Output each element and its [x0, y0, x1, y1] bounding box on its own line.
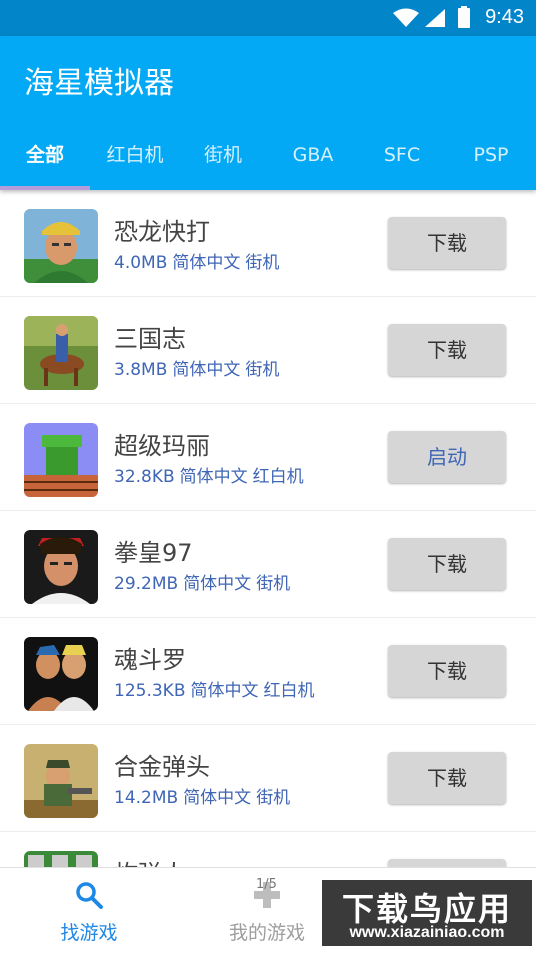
game-meta: 14.2MB 简体中文 街机 [114, 783, 295, 808]
game-size: 14.2MB [114, 788, 179, 808]
battery-icon [458, 6, 470, 28]
tab-nes[interactable]: 红白机 [90, 136, 180, 190]
launch-button[interactable]: 启动 [388, 431, 506, 483]
tab-arcade[interactable]: 街机 [180, 136, 266, 190]
game-language: 简体中文 [172, 253, 241, 273]
watermark-logo: 下载鸟应用 www.xiazainiao.com [320, 878, 534, 948]
tab-indicator [0, 186, 90, 190]
wifi-icon [393, 8, 419, 27]
search-icon [76, 882, 103, 909]
game-platform: 红白机 [263, 681, 315, 701]
game-language: 简体中文 [190, 681, 259, 701]
app-bar: 海星模拟器 全部 红白机 街机 GBA SFC PSP [0, 36, 536, 190]
download-button[interactable]: 下载 [388, 645, 506, 697]
game-list[interactable]: 恐龙快打 4.0MB 简体中文 街机 下载 三国志 3.8MB 简体中文 街机 下载 [0, 190, 536, 867]
game-size: 32.8KB [114, 467, 175, 487]
category-tabs: 全部 红白机 街机 GBA SFC PSP [0, 136, 536, 190]
game-platform: 街机 [245, 253, 280, 273]
clock: 9:43 [485, 6, 524, 28]
game-language: 简体中文 [179, 467, 248, 487]
game-thumbnail [24, 851, 98, 867]
tab-all[interactable]: 全部 [0, 136, 90, 190]
game-thumbnail [24, 744, 98, 818]
game-size: 3.8MB [114, 360, 168, 380]
game-title: 恐龙快打 [114, 218, 210, 246]
download-button[interactable] [388, 859, 506, 867]
game-row[interactable]: 魂斗罗 125.3KB 简体中文 红白机 下载 [0, 618, 536, 725]
game-title: 三国志 [114, 325, 186, 353]
game-platform: 街机 [256, 574, 291, 594]
app-title: 海星模拟器 [24, 66, 174, 101]
game-meta: 3.8MB 简体中文 街机 [114, 355, 284, 380]
tab-psp[interactable]: PSP [446, 136, 536, 190]
download-button[interactable]: 下载 [388, 324, 506, 376]
game-row[interactable]: 三国志 3.8MB 简体中文 街机 下载 [0, 297, 536, 404]
game-thumbnail [24, 423, 98, 497]
download-button[interactable]: 下载 [388, 538, 506, 590]
game-size: 125.3KB [114, 681, 186, 701]
game-meta: 32.8KB 简体中文 红白机 [114, 462, 309, 487]
game-language: 简体中文 [183, 574, 252, 594]
game-title: 拳皇97 [114, 539, 193, 567]
game-platform: 街机 [245, 360, 280, 380]
game-row[interactable]: 合金弹头 14.2MB 简体中文 街机 下载 [0, 725, 536, 832]
game-row[interactable]: 恐龙快打 4.0MB 简体中文 街机 下载 [0, 190, 536, 297]
tab-sfc[interactable]: SFC [358, 136, 446, 190]
game-language: 简体中文 [172, 360, 241, 380]
game-platform: 街机 [256, 788, 291, 808]
game-platform: 红白机 [252, 467, 304, 487]
game-thumbnail [24, 637, 98, 711]
watermark-url: www.xiazainiao.com [349, 924, 505, 941]
game-thumbnail [24, 530, 98, 604]
game-thumbnail [24, 316, 98, 390]
status-bar: 9:43 [0, 0, 536, 36]
page-indicator: 1/5 [256, 877, 277, 892]
game-meta: 4.0MB 简体中文 街机 [114, 248, 284, 273]
game-title: 超级玛丽 [114, 432, 210, 460]
game-meta: 125.3KB 简体中文 红白机 [114, 676, 319, 701]
game-title: 炸弹人 [114, 854, 186, 867]
nav-find-games[interactable]: 找游戏 [0, 868, 178, 953]
download-button[interactable]: 下载 [388, 217, 506, 269]
game-row[interactable]: 炸弹人 [0, 832, 536, 867]
game-size: 4.0MB [114, 253, 168, 273]
nav-find-games-label: 找游戏 [60, 922, 118, 944]
game-title: 魂斗罗 [114, 646, 186, 674]
game-size: 29.2MB [114, 574, 179, 594]
download-button[interactable]: 下载 [388, 752, 506, 804]
game-row[interactable]: 拳皇97 29.2MB 简体中文 街机 下载 [0, 511, 536, 618]
game-row[interactable]: 超级玛丽 32.8KB 简体中文 红白机 启动 [0, 404, 536, 511]
game-language: 简体中文 [183, 788, 252, 808]
signal-icon [425, 9, 445, 27]
game-meta: 29.2MB 简体中文 街机 [114, 569, 295, 594]
tab-gba[interactable]: GBA [268, 136, 358, 190]
game-thumbnail [24, 209, 98, 283]
game-title: 合金弹头 [114, 753, 210, 781]
